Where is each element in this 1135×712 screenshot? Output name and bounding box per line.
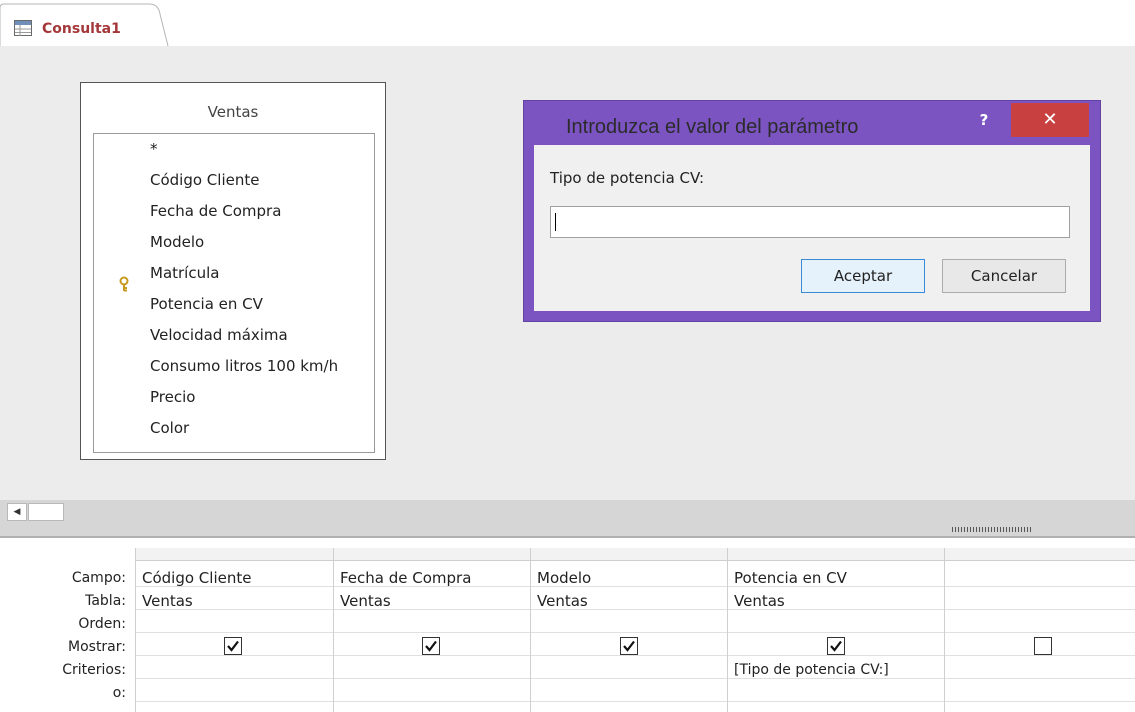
grid-line (135, 678, 1135, 679)
cell-criterios-4[interactable]: [Tipo de potencia CV:] (734, 662, 889, 678)
show-checkbox-1[interactable] (224, 637, 242, 655)
show-checkbox-4[interactable] (827, 637, 845, 655)
show-checkbox-5[interactable] (1034, 637, 1052, 655)
pane-splitter[interactable] (0, 524, 1135, 538)
dialog-title: Introduzca el valor del parámetro (566, 116, 859, 138)
field-item-codigo-cliente[interactable]: Código Cliente (150, 171, 259, 189)
cancel-button[interactable]: Cancelar (942, 259, 1066, 293)
cell-tabla-1[interactable]: Ventas (142, 592, 193, 610)
grid-line (135, 586, 1135, 587)
parameter-prompt-label: Tipo de potencia CV: (550, 169, 705, 187)
grid-line (135, 701, 1135, 702)
row-label-orden: Orden: (78, 616, 126, 632)
dialog-body: Tipo de potencia CV: Aceptar Cancelar (534, 145, 1090, 311)
show-checkbox-2[interactable] (422, 637, 440, 655)
row-label-mostrar: Mostrar: (68, 639, 126, 655)
grid-column-border (530, 548, 531, 712)
table-field-list-window[interactable]: Ventas * Código Cliente Fecha de Compra … (80, 82, 386, 460)
row-label-criterios: Criterios: (62, 662, 126, 678)
field-item-modelo[interactable]: Modelo (150, 233, 204, 251)
query-design-area[interactable]: Ventas * Código Cliente Fecha de Compra … (0, 46, 1135, 500)
close-button[interactable]: ✕ (1011, 103, 1089, 137)
checkmark-icon (830, 640, 842, 652)
field-list[interactable]: * Código Cliente Fecha de Compra Modelo … (93, 133, 375, 453)
scroll-thumb[interactable] (28, 503, 64, 521)
checkmark-icon (623, 640, 635, 652)
parameter-input[interactable] (550, 206, 1070, 238)
grid-column-border (135, 548, 136, 712)
field-item-matricula[interactable]: Matrícula (150, 264, 219, 282)
field-item-precio[interactable]: Precio (150, 388, 195, 406)
cell-tabla-4[interactable]: Ventas (734, 592, 785, 610)
table-title: Ventas (207, 103, 259, 121)
grid-line (135, 609, 1135, 610)
cell-campo-3[interactable]: Modelo (537, 569, 591, 587)
cell-tabla-2[interactable]: Ventas (340, 592, 391, 610)
cell-campo-4[interactable]: Potencia en CV (734, 569, 847, 587)
document-tab-strip: Consulta1 (0, 0, 1135, 47)
accept-button[interactable]: Aceptar (801, 259, 925, 293)
primary-key-icon (118, 276, 132, 292)
row-label-campo: Campo: (71, 570, 126, 586)
field-item-potencia-en-cv[interactable]: Potencia en CV (150, 295, 263, 313)
grid-column-border (333, 548, 334, 712)
cell-tabla-3[interactable]: Ventas (537, 592, 588, 610)
show-checkbox-3[interactable] (620, 637, 638, 655)
checkmark-icon (425, 640, 437, 652)
splitter-grip-icon[interactable] (952, 527, 1032, 532)
field-item-velocidad-maxima[interactable]: Velocidad máxima (150, 326, 288, 344)
field-item-fecha-de-compra[interactable]: Fecha de Compra (150, 202, 281, 220)
design-horizontal-scrollbar[interactable]: ◀ (0, 500, 1135, 524)
field-item-consumo[interactable]: Consumo litros 100 km/h (150, 357, 338, 375)
tab-consulta1[interactable]: Consulta1 (0, 0, 170, 46)
grid-column-border (727, 548, 728, 712)
field-item-color[interactable]: Color (150, 419, 189, 437)
row-label-o: o: (112, 685, 126, 701)
row-label-tabla: Tabla: (85, 593, 126, 609)
query-icon (14, 20, 32, 36)
help-button[interactable]: ? (974, 111, 994, 133)
cell-campo-2[interactable]: Fecha de Compra (340, 569, 471, 587)
checkmark-icon (227, 640, 239, 652)
grid-line (135, 632, 1135, 633)
cell-campo-1[interactable]: Código Cliente (142, 569, 251, 587)
parameter-dialog[interactable]: Introduzca el valor del parámetro ? ✕ Ti… (523, 100, 1101, 322)
scroll-left-arrow-icon[interactable]: ◀ (7, 503, 27, 521)
field-item-all[interactable]: * (150, 140, 158, 158)
column-selector-strip[interactable] (135, 548, 1135, 561)
tab-label: Consulta1 (42, 21, 121, 37)
text-caret (555, 213, 556, 231)
grid-line (135, 655, 1135, 656)
query-design-grid[interactable]: Campo: Tabla: Orden: Mostrar: Criterios:… (0, 538, 1135, 712)
grid-column-border (944, 548, 945, 712)
